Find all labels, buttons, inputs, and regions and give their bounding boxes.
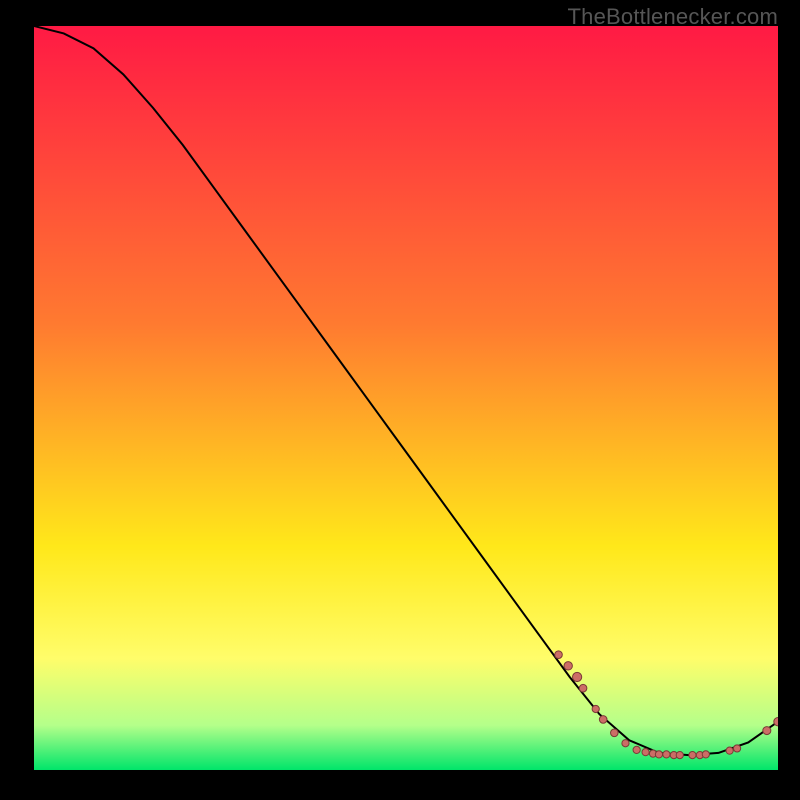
marker-point [655,751,662,758]
chart-root: TheBottlenecker.com [0,0,800,800]
marker-point [763,727,771,735]
marker-point [555,651,563,659]
marker-point [663,751,670,758]
marker-point [642,749,649,756]
plot-area [34,26,778,770]
marker-point [774,717,778,725]
marker-point [599,716,607,724]
marker-point [676,752,683,759]
marker-point [622,740,629,747]
gradient-background [34,26,778,770]
chart-svg [34,26,778,770]
marker-point [689,752,696,759]
marker-point [633,746,640,753]
marker-point [726,747,733,754]
marker-point [592,705,599,712]
marker-point [702,751,709,758]
marker-point [564,662,572,670]
marker-point [733,745,740,752]
marker-point [579,684,587,692]
marker-point [611,729,619,737]
marker-point [573,672,582,681]
